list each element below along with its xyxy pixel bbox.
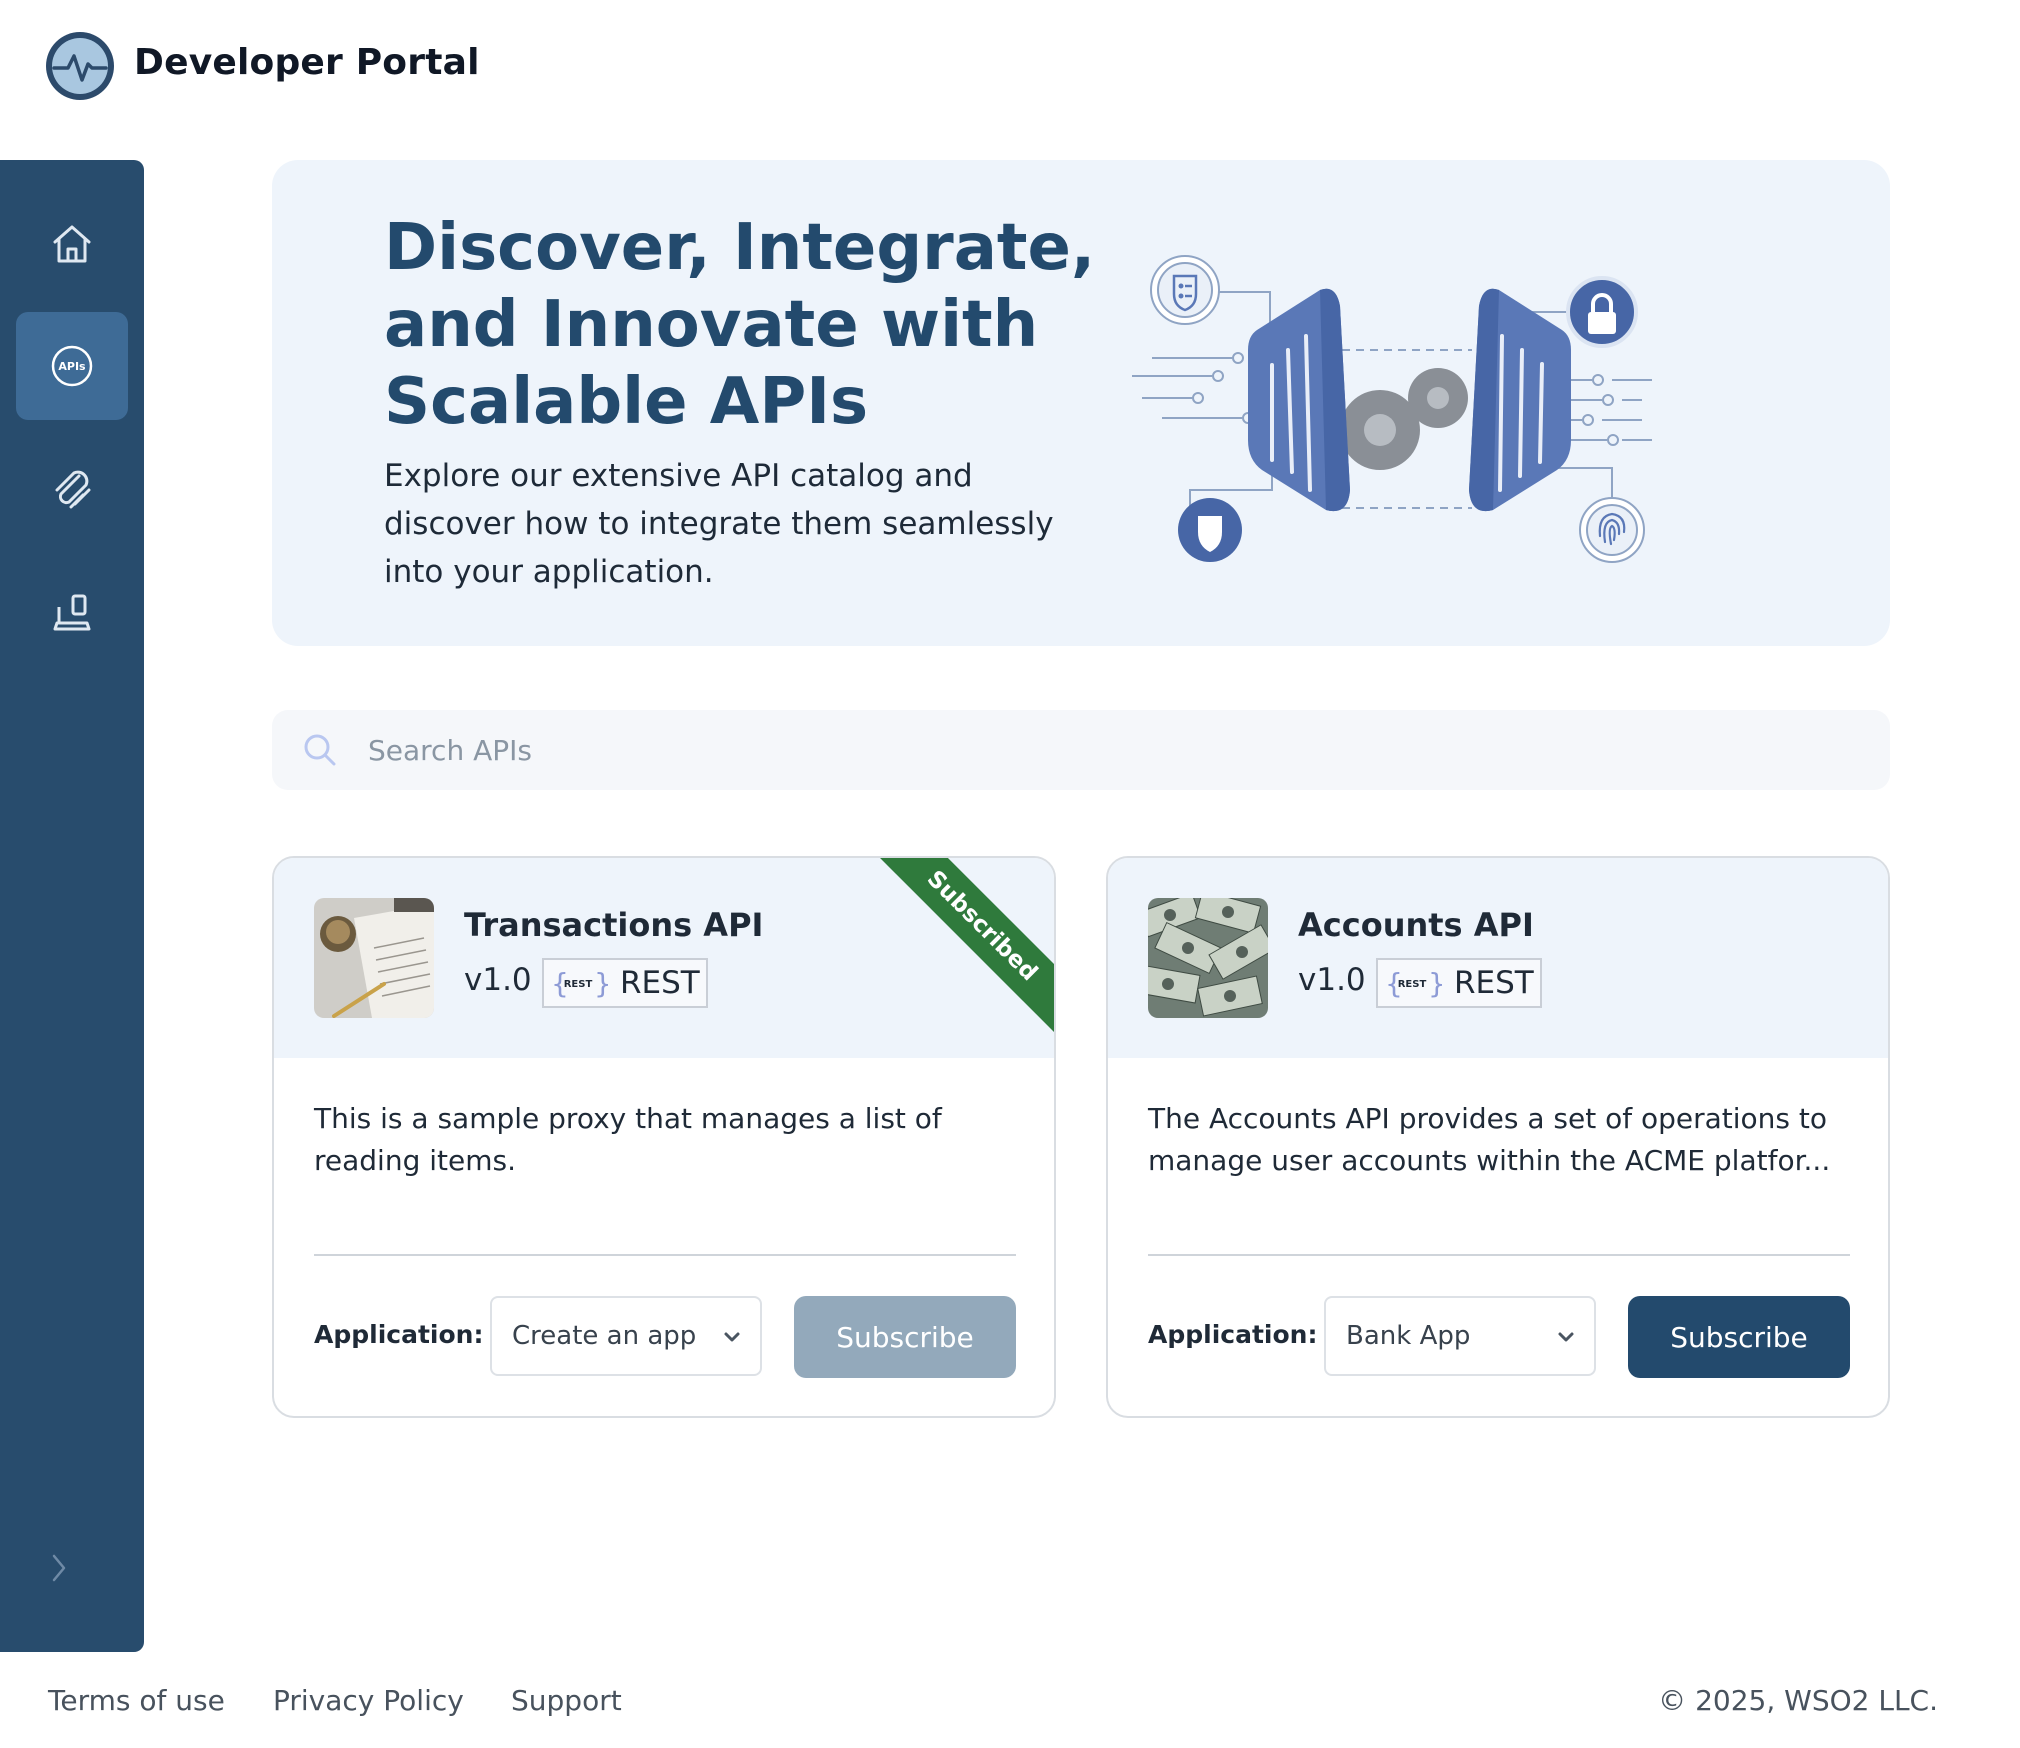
api-version: v1.0 [464,962,532,998]
rest-logo-text: REST [564,979,593,990]
rest-logo-icon: { } REST [1385,967,1442,1000]
brand-title[interactable]: Developer Portal [134,42,480,83]
hero-banner: Discover, Integrate, and Innovate with S… [272,160,1890,646]
sidebar-item-paperclip[interactable] [16,436,128,544]
portal-logo-icon[interactable] [44,30,116,102]
api-name[interactable]: Accounts API [1298,906,1534,944]
api-thumbnail-image [314,898,434,1018]
svg-text:}: } [594,967,608,1000]
apis-icon-label: APIs [58,360,86,373]
search-input[interactable] [368,722,1848,778]
api-thumbnail-image [1148,898,1268,1018]
api-gateway-illustration [1132,255,1652,563]
card-divider [314,1254,1016,1256]
rest-logo-icon: { } REST [551,967,608,1000]
sidebar-item-apis[interactable]: APIs [16,312,128,420]
application-select[interactable]: Create an app [490,1296,762,1376]
application-select-value: Bank App [1346,1321,1471,1351]
chevron-down-icon [1558,1332,1574,1342]
subscribe-button[interactable]: Subscribe [1628,1296,1850,1378]
sidebar: APIs [0,160,144,1652]
api-type-label: REST [1454,965,1534,1001]
api-type-badge: { } REST REST [1376,958,1542,1008]
api-description: This is a sample proxy that manages a li… [314,1102,942,1177]
paperclip-icon [55,470,91,509]
search-icon [304,734,336,766]
application-select-value: Create an app [512,1321,697,1351]
api-card-accounts[interactable]: Accounts API v1.0 { } REST REST The Acco… [1106,856,1890,1418]
header: Developer Portal [0,0,2020,130]
footer-link-privacy[interactable]: Privacy Policy [273,1684,464,1717]
laptop-icon [53,594,91,631]
chevron-down-icon [724,1332,740,1342]
chevron-right-icon [52,1554,66,1582]
hero-title: Discover, Integrate, and Innovate with S… [384,211,1096,439]
api-card-transactions[interactable]: Transactions API v1.0 { } REST REST Subs… [272,856,1056,1418]
api-name[interactable]: Transactions API [464,906,763,944]
apis-icon: APIs [51,345,93,387]
card-divider [1148,1254,1850,1256]
rest-logo-text: REST [1398,979,1427,990]
home-icon [53,225,91,263]
api-version: v1.0 [1298,962,1366,998]
sidebar-expand-button[interactable] [44,1548,74,1588]
hero-description: Explore our extensive API catalog and di… [384,458,1054,590]
application-label: Application: [314,1320,484,1349]
subscribe-button[interactable]: Subscribe [794,1296,1016,1378]
footer-link-terms[interactable]: Terms of use [48,1684,225,1717]
api-type-badge: { } REST REST [542,958,708,1008]
api-card-header: Accounts API v1.0 { } REST REST [1108,858,1888,1058]
api-type-label: REST [620,965,700,1001]
footer-link-support[interactable]: Support [511,1684,622,1717]
application-select[interactable]: Bank App [1324,1296,1596,1376]
sidebar-item-applications[interactable] [16,560,128,668]
sidebar-item-home[interactable] [16,190,128,298]
copyright-text: © 2025, WSO2 LLC. [1658,1684,1938,1717]
api-description: The Accounts API provides a set of opera… [1148,1102,1831,1177]
search-bar[interactable] [272,710,1890,790]
svg-text:}: } [1428,967,1442,1000]
application-label: Application: [1148,1320,1318,1349]
